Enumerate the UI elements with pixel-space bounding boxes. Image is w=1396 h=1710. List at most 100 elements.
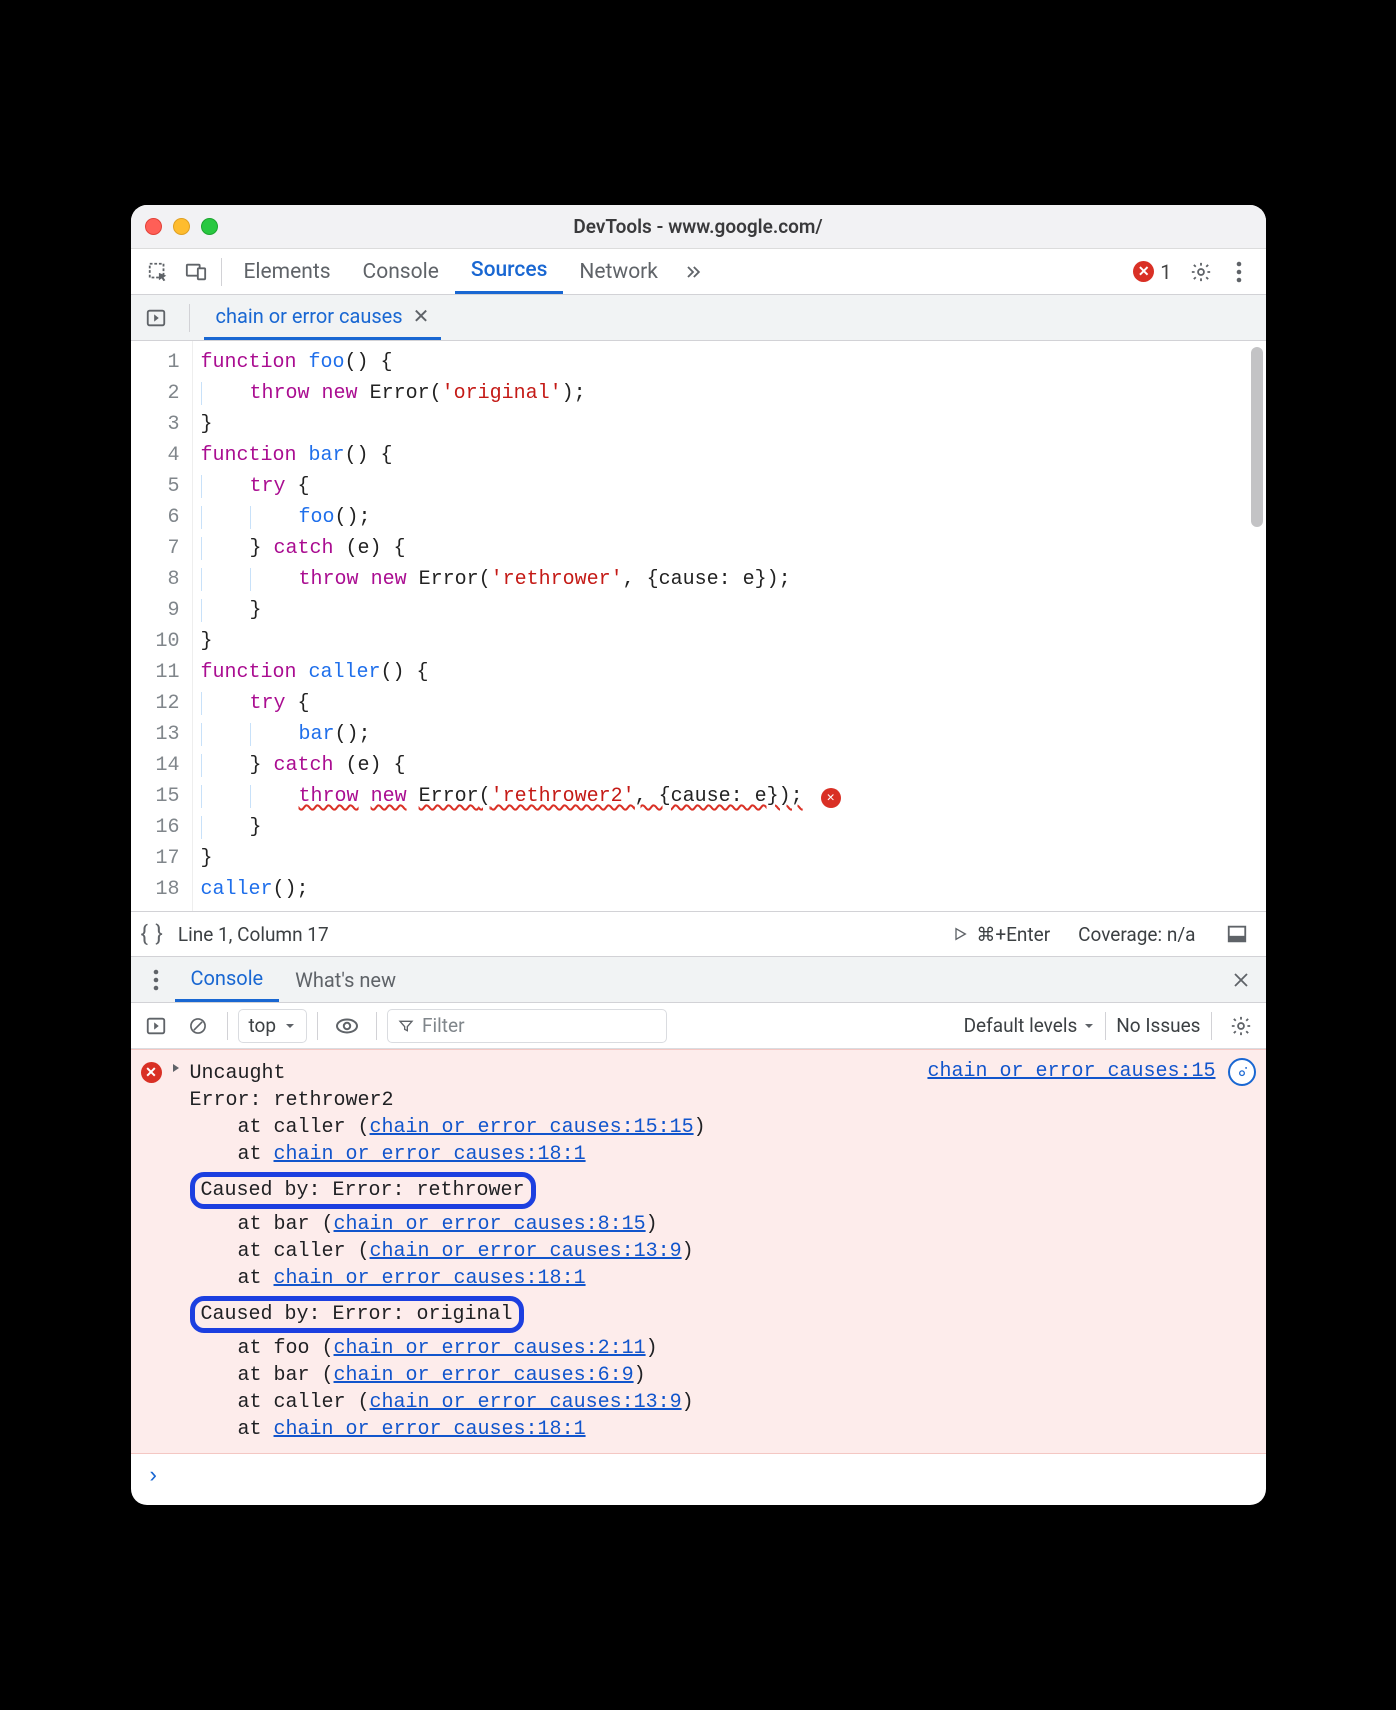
stack-line: at bar (chain or error causes:8:15): [190, 1211, 706, 1238]
code-line[interactable]: }: [201, 626, 1266, 657]
console-error-entry[interactable]: chain or error causes:15 ✕ UncaughtError…: [131, 1049, 1266, 1454]
line-gutter: 123456789101112131415161718: [131, 341, 193, 911]
tab-sources[interactable]: Sources: [455, 249, 564, 294]
stack-link[interactable]: chain or error causes:8:15: [334, 1213, 646, 1236]
code-line[interactable]: }: [201, 843, 1266, 874]
code-area[interactable]: function foo() { throw new Error('origin…: [193, 341, 1266, 911]
console-prompt[interactable]: ›: [131, 1454, 1266, 1489]
stack-line: at caller (chain or error causes:13:9): [190, 1389, 706, 1416]
line-number[interactable]: 14: [131, 750, 180, 781]
clear-console-icon[interactable]: [179, 1008, 217, 1044]
stack-link[interactable]: chain or error causes:6:9: [334, 1364, 634, 1387]
line-number[interactable]: 3: [131, 409, 180, 440]
file-tab-bar: chain or error causes ✕: [131, 295, 1266, 341]
line-number[interactable]: 1: [131, 347, 180, 378]
drawer-tab-console[interactable]: Console: [175, 957, 280, 1002]
titlebar: DevTools - www.google.com/: [131, 205, 1266, 249]
tab-elements[interactable]: Elements: [228, 249, 347, 294]
file-tab[interactable]: chain or error causes ✕: [204, 295, 442, 340]
run-shortcut-label: ⌘+Enter: [976, 923, 1050, 946]
console-settings-icon[interactable]: [1222, 1008, 1260, 1044]
chevron-down-icon: [284, 1020, 296, 1032]
code-line[interactable]: throw new Error('rethrower2', {cause: e}…: [201, 781, 1266, 812]
code-line[interactable]: }: [201, 409, 1266, 440]
dock-icon[interactable]: [1218, 916, 1256, 952]
drawer-tab-what-s-new[interactable]: What's new: [279, 957, 412, 1002]
code-line[interactable]: function bar() {: [201, 440, 1266, 471]
code-line[interactable]: throw new Error('original');: [201, 378, 1266, 409]
run-snippet-button[interactable]: ⌘+Enter: [952, 923, 1050, 946]
stack-line: at caller (chain or error causes:15:15): [190, 1114, 706, 1141]
inline-error-icon[interactable]: ✕: [821, 788, 841, 808]
drawer-close-icon[interactable]: [1222, 962, 1260, 998]
stack-link[interactable]: chain or error causes:18:1: [274, 1267, 586, 1290]
console-sidebar-icon[interactable]: [137, 1008, 175, 1044]
line-number[interactable]: 8: [131, 564, 180, 595]
code-line[interactable]: } catch (e) {: [201, 533, 1266, 564]
code-line[interactable]: }: [201, 812, 1266, 843]
line-number[interactable]: 2: [131, 378, 180, 409]
filter-input[interactable]: Filter: [387, 1009, 667, 1043]
line-number[interactable]: 16: [131, 812, 180, 843]
tab-network[interactable]: Network: [563, 249, 674, 294]
code-line[interactable]: function caller() {: [201, 657, 1266, 688]
filter-icon: [398, 1018, 414, 1034]
console-toolbar: top Filter Default levels No Issues: [131, 1003, 1266, 1049]
line-number[interactable]: 12: [131, 688, 180, 719]
drawer-tab-bar: ConsoleWhat's new: [131, 957, 1266, 1003]
issues-label[interactable]: No Issues: [1116, 1014, 1200, 1037]
code-line[interactable]: }: [201, 595, 1266, 626]
line-number[interactable]: 11: [131, 657, 180, 688]
stack-line: at foo (chain or error causes:2:11): [190, 1335, 706, 1362]
code-line[interactable]: caller();: [201, 874, 1266, 905]
drawer-kebab-icon[interactable]: [137, 962, 175, 998]
stack-line: at chain or error causes:18:1: [190, 1265, 706, 1292]
error-source-link[interactable]: chain or error causes:15: [927, 1060, 1215, 1083]
line-number[interactable]: 13: [131, 719, 180, 750]
log-levels-selector[interactable]: Default levels: [964, 1014, 1096, 1037]
disclosure-triangle-icon[interactable]: [170, 1062, 182, 1074]
inspect-icon[interactable]: [139, 254, 177, 290]
live-expression-icon[interactable]: [328, 1008, 366, 1044]
stack-link[interactable]: chain or error causes:13:9: [370, 1240, 682, 1263]
editor-scrollbar[interactable]: [1251, 347, 1263, 527]
line-number[interactable]: 15: [131, 781, 180, 812]
kebab-menu-icon[interactable]: [1220, 254, 1258, 290]
line-number[interactable]: 6: [131, 502, 180, 533]
stack-line: at bar (chain or error causes:6:9): [190, 1362, 706, 1389]
code-line[interactable]: bar();: [201, 719, 1266, 750]
code-editor[interactable]: 123456789101112131415161718 function foo…: [131, 341, 1266, 911]
stack-link[interactable]: chain or error causes:2:11: [334, 1337, 646, 1360]
line-number[interactable]: 7: [131, 533, 180, 564]
line-number[interactable]: 9: [131, 595, 180, 626]
error-cause-label: Caused by: Error: rethrower: [190, 1172, 536, 1209]
stack-link[interactable]: chain or error causes:18:1: [274, 1143, 586, 1166]
tab-console[interactable]: Console: [347, 249, 455, 294]
code-line[interactable]: throw new Error('rethrower', {cause: e})…: [201, 564, 1266, 595]
device-toolbar-icon[interactable]: [177, 254, 215, 290]
settings-icon[interactable]: [1182, 254, 1220, 290]
pretty-print-icon[interactable]: { }: [141, 922, 164, 947]
line-number[interactable]: 4: [131, 440, 180, 471]
code-line[interactable]: } catch (e) {: [201, 750, 1266, 781]
line-number[interactable]: 10: [131, 626, 180, 657]
code-line[interactable]: foo();: [201, 502, 1266, 533]
code-line[interactable]: try {: [201, 688, 1266, 719]
code-line[interactable]: try {: [201, 471, 1266, 502]
more-tabs-icon[interactable]: [674, 254, 712, 290]
error-name: Error: rethrower2: [190, 1087, 706, 1114]
close-tab-icon[interactable]: ✕: [413, 304, 430, 328]
stack-line: at caller (chain or error causes:13:9): [190, 1238, 706, 1265]
context-selector[interactable]: top: [238, 1009, 308, 1043]
stack-link[interactable]: chain or error causes:15:15: [370, 1116, 694, 1139]
line-number[interactable]: 17: [131, 843, 180, 874]
line-number[interactable]: 18: [131, 874, 180, 905]
error-indicator[interactable]: ✕ 1: [1133, 260, 1171, 284]
show-navigator-icon[interactable]: [137, 300, 175, 336]
stack-link[interactable]: chain or error causes:13:9: [370, 1391, 682, 1414]
stack-link[interactable]: chain or error causes:18:1: [274, 1418, 586, 1441]
error-icon: ✕: [141, 1062, 162, 1083]
ai-assist-icon[interactable]: [1228, 1058, 1256, 1086]
line-number[interactable]: 5: [131, 471, 180, 502]
code-line[interactable]: function foo() {: [201, 347, 1266, 378]
